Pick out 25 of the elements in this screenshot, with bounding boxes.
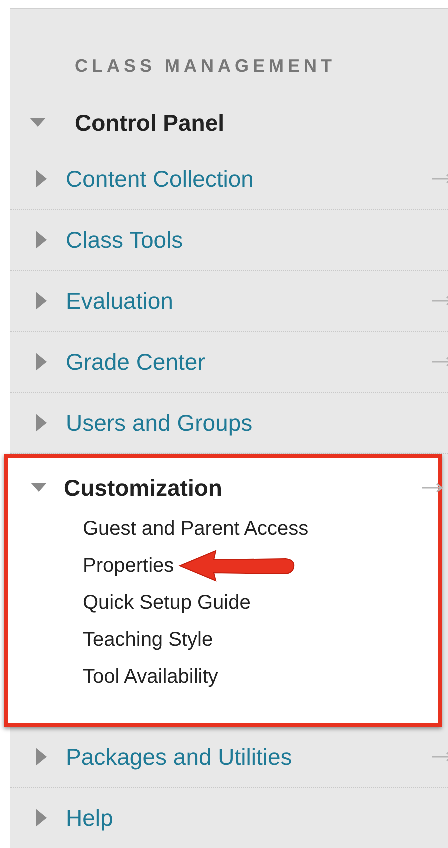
arrow-icon[interactable] — [422, 483, 444, 493]
menu-item[interactable]: Class Tools — [66, 222, 184, 258]
submenu-link[interactable]: Teaching Style — [83, 624, 214, 654]
expand-triangle-icon[interactable] — [36, 231, 46, 249]
expand-triangle-icon[interactable] — [36, 292, 46, 310]
menu-item[interactable]: Content Collection — [66, 162, 254, 196]
submenu-link[interactable]: Properties — [83, 550, 174, 580]
submenu-link[interactable]: Quick Setup Guide — [83, 588, 251, 618]
collapse-triangle-icon[interactable] — [30, 118, 46, 128]
menu-item[interactable]: Evaluation — [66, 284, 174, 318]
menu-item[interactable]: Help — [66, 800, 114, 836]
menu-item[interactable]: Grade Center — [66, 344, 206, 380]
panel-title[interactable]: Control Panel — [75, 106, 225, 140]
section-heading: CLASS MANAGEMENT — [75, 56, 336, 76]
menu-item[interactable]: Customization — [64, 470, 222, 506]
expand-triangle-icon[interactable] — [36, 414, 46, 432]
expand-triangle-icon[interactable] — [36, 809, 46, 827]
expand-triangle-icon[interactable] — [36, 353, 46, 371]
expand-triangle-icon[interactable] — [36, 748, 46, 766]
collapse-triangle-icon[interactable] — [31, 483, 47, 493]
submenu-link[interactable]: Tool Availability — [83, 662, 218, 692]
menu-item[interactable]: Users and Groups — [66, 406, 253, 440]
menu-item[interactable]: Packages and Utilities — [66, 740, 292, 774]
expand-triangle-icon[interactable] — [36, 170, 46, 188]
submenu-link[interactable]: Guest and Parent Access — [83, 514, 309, 544]
